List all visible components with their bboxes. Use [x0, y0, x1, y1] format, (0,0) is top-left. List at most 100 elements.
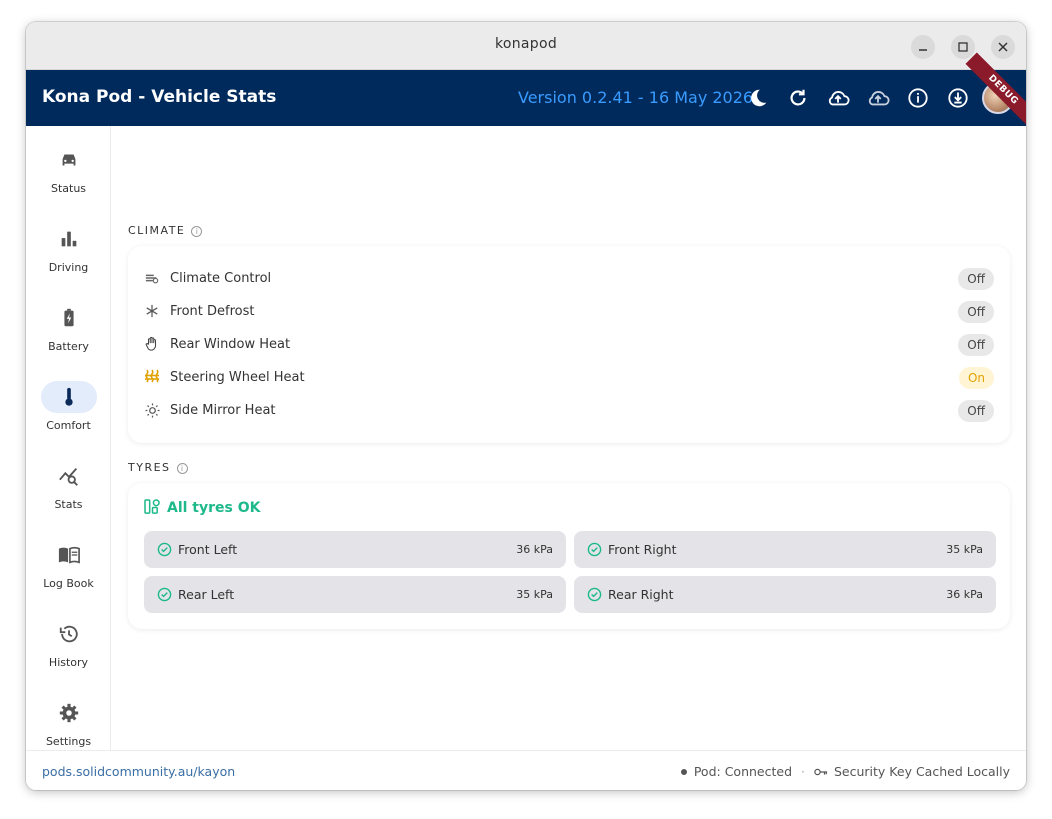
- analytics-icon: [58, 468, 78, 486]
- status-badge: Off: [958, 301, 994, 323]
- bar-chart-icon: [61, 231, 76, 247]
- sidebar-item-history[interactable]: History: [26, 618, 111, 678]
- app-bar: Kona Pod - Vehicle Stats Version 0.2.41 …: [26, 52, 1026, 128]
- status-badge: Off: [958, 268, 994, 290]
- tyres-summary-text: All tyres OK: [167, 500, 261, 516]
- sidebar-item-battery[interactable]: Battery: [26, 302, 111, 362]
- tyre-rear-right: Rear Right 36 kPa: [574, 576, 996, 613]
- climate-row-rear-window-heat: Rear Window Heat Off: [144, 334, 994, 356]
- gear-icon: [59, 703, 78, 723]
- sun-icon: [144, 402, 160, 418]
- info-icon: [908, 88, 928, 108]
- sidebar-item-log-book[interactable]: Log Book: [26, 539, 111, 599]
- climate-heading-text: CLIMATE: [128, 224, 186, 237]
- window-title: konapod: [494, 36, 558, 52]
- tyre-name: Front Right: [608, 542, 677, 557]
- minimize-icon: [919, 49, 927, 51]
- tyre-name: Front Left: [178, 542, 238, 557]
- climate-label: Side Mirror Heat: [170, 403, 276, 418]
- fan-icon: [145, 274, 159, 284]
- tyre-pressure: 36 kPa: [516, 543, 553, 556]
- sidebar-item-settings[interactable]: Settings: [26, 697, 111, 757]
- tyre-front-right: Front Right 35 kPa: [574, 531, 996, 568]
- maximize-icon: [958, 42, 968, 52]
- dark-mode-icon: [751, 89, 767, 107]
- tyre-rear-left: Rear Left 35 kPa: [144, 576, 566, 613]
- window-titlebar: konapod: [26, 22, 1026, 70]
- tyres-summary: All tyres OK: [144, 499, 260, 516]
- minimize-button[interactable]: [911, 35, 935, 59]
- tyre-pressure: 35 kPa: [516, 588, 553, 601]
- sidebar-item-stats[interactable]: Stats: [26, 460, 111, 520]
- version-label: Version 0.2.41 - 16 May 2026: [518, 88, 754, 107]
- cloud-upload-button[interactable]: [826, 86, 850, 110]
- pod-status: Pod: Connected: [693, 764, 793, 779]
- app-window: konapod Kona Pod - Vehicle Stats Version…: [26, 22, 1026, 790]
- sidebar-nav: Status Driving Battery Comfort Stats Log…: [26, 126, 111, 750]
- sidebar-item-label: Battery: [48, 340, 89, 353]
- sidebar-item-comfort[interactable]: Comfort: [26, 381, 111, 441]
- climate-row-steering-wheel-heat: Steering Wheel Heat On: [144, 367, 994, 389]
- close-button[interactable]: [991, 35, 1015, 59]
- maximize-button[interactable]: [951, 35, 975, 59]
- check-circle-icon: [157, 587, 172, 602]
- tyres-heading: TYRES i: [128, 461, 188, 474]
- climate-label: Front Defrost: [170, 304, 255, 319]
- tyre-status-icon: [144, 499, 160, 514]
- snowflake-icon: [146, 304, 158, 318]
- check-circle-icon: [157, 542, 172, 557]
- tyre-name: Rear Left: [178, 587, 235, 602]
- tyre-pressure: 36 kPa: [946, 588, 983, 601]
- sidebar-item-label: Settings: [45, 735, 92, 748]
- tyre-front-left: Front Left 36 kPa: [144, 531, 566, 568]
- connection-dot-icon: [680, 768, 687, 775]
- climate-heading: CLIMATE i: [128, 224, 203, 237]
- main-content: CLIMATE i Climate Control Off Front Defro…: [112, 126, 1026, 750]
- refresh-button[interactable]: [786, 86, 810, 110]
- footer-separator: ·: [801, 764, 805, 779]
- sidebar-item-label: Comfort: [46, 419, 91, 432]
- info-icon[interactable]: i: [176, 463, 188, 474]
- climate-label: Rear Window Heat: [170, 337, 291, 352]
- cloud-upload-icon: [828, 91, 850, 106]
- climate-row-front-defrost: Front Defrost Off: [144, 301, 994, 323]
- check-circle-icon: [587, 587, 602, 602]
- sidebar-item-label: Status: [50, 182, 87, 195]
- refresh-icon: [790, 89, 806, 106]
- tyre-name: Rear Right: [608, 587, 674, 602]
- webid-link[interactable]: pods.solidcommunity.au/kayon: [42, 764, 235, 779]
- key-icon: [814, 768, 828, 775]
- hand-icon: [145, 336, 157, 351]
- status-badge: On: [958, 367, 994, 389]
- sidebar-item-label: History: [48, 656, 89, 669]
- tyres-heading-text: TYRES: [128, 461, 171, 474]
- sidebar-item-driving[interactable]: Driving: [26, 223, 111, 283]
- book-icon: [58, 546, 80, 564]
- download-button[interactable]: [946, 86, 970, 110]
- climate-label: Steering Wheel Heat: [170, 370, 305, 385]
- check-circle-icon: [587, 542, 602, 557]
- sidebar-item-label: Driving: [48, 261, 89, 274]
- dark-mode-button[interactable]: [746, 86, 770, 110]
- tyre-pressure: 35 kPa: [946, 543, 983, 556]
- climate-row-climate-control: Climate Control Off: [144, 268, 994, 290]
- status-badge: Off: [958, 334, 994, 356]
- sidebar-item-label: Stats: [54, 498, 83, 511]
- cloud-sync-button[interactable]: [866, 86, 890, 110]
- climate-card: Climate Control Off Front Defrost Off Re…: [128, 246, 1010, 443]
- status-footer: pods.solidcommunity.au/kayon Pod: Connec…: [26, 750, 1026, 790]
- download-icon: [948, 88, 968, 108]
- info-icon[interactable]: i: [191, 226, 203, 237]
- footer-status: Pod: Connected · Security Key Cached Loc…: [680, 764, 1010, 779]
- battery-icon: [63, 308, 74, 327]
- status-badge: Off: [958, 400, 994, 422]
- history-icon: [59, 625, 78, 643]
- sidebar-item-status[interactable]: Status: [26, 144, 111, 204]
- climate-label: Climate Control: [170, 271, 272, 286]
- info-button[interactable]: [906, 86, 930, 110]
- tyres-card: All tyres OK Front Left 36 kPa Front Rig…: [128, 483, 1010, 629]
- key-status: Security Key Cached Locally: [834, 764, 1010, 779]
- thermometer-icon: [64, 387, 73, 406]
- close-icon: [998, 42, 1008, 52]
- climate-row-side-mirror-heat: Side Mirror Heat Off: [144, 400, 994, 422]
